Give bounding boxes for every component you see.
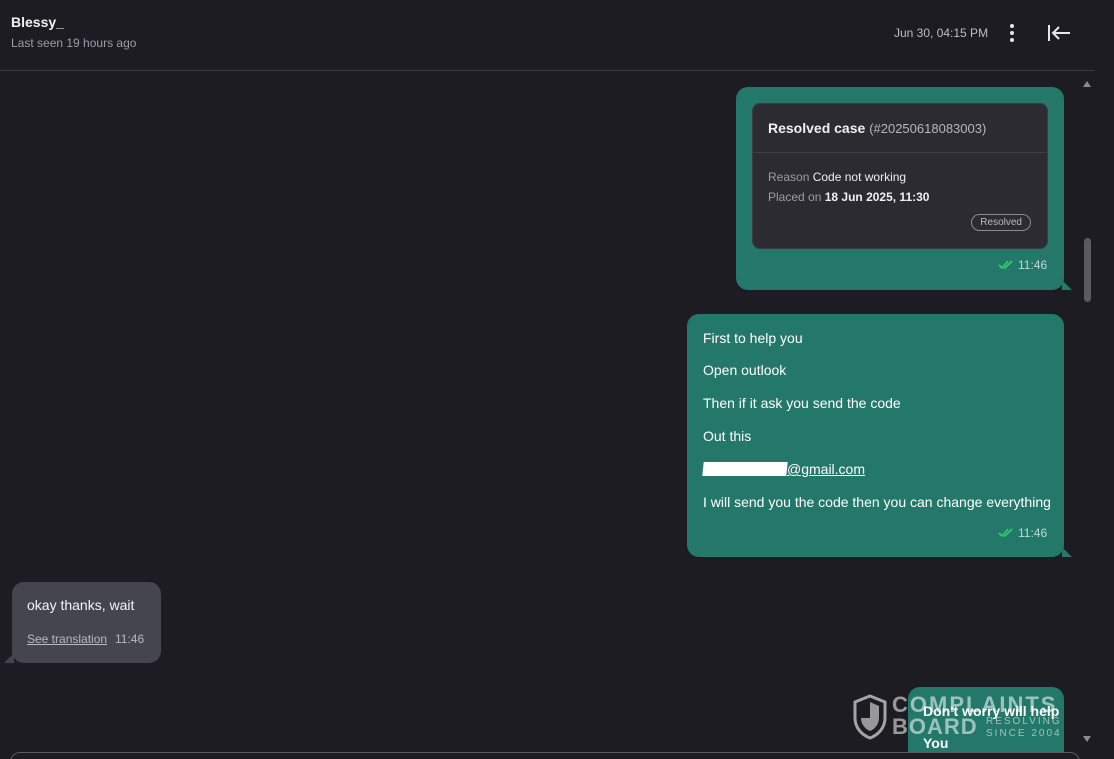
email-line: @gmail.com <box>702 461 865 477</box>
scrollbar[interactable] <box>1080 72 1094 759</box>
case-number: (#20250618083003) <box>869 121 987 136</box>
scrollbar-thumb[interactable] <box>1084 238 1091 302</box>
more-vertical-icon[interactable] <box>1002 22 1022 44</box>
bubble-tail <box>1062 280 1072 290</box>
message-line: Then if it ask you send the code <box>703 395 901 411</box>
case-placed-row: Placed on 18 Jun 2025, 11:30 <box>768 190 929 204</box>
shield-logo-icon <box>853 694 887 740</box>
message-time: 11:46 <box>115 632 145 646</box>
last-seen-status: Last seen 19 hours ago <box>11 36 137 50</box>
case-divider <box>753 152 1047 153</box>
email-link[interactable]: @gmail.com <box>787 461 865 477</box>
case-reason-row: Reason Code not working <box>768 170 906 184</box>
collapse-left-icon[interactable] <box>1044 20 1074 46</box>
reason-label: Reason <box>768 170 810 184</box>
case-title-row: Resolved case (#20250618083003) <box>768 120 986 136</box>
watermark-line2: BOARD <box>892 714 978 739</box>
reason-value: Code not working <box>812 170 907 184</box>
incoming-message-text: okay thanks, wait <box>27 597 135 613</box>
bubble-tail <box>1062 547 1072 557</box>
message-line: Out this <box>703 428 752 444</box>
watermark-sub1: RESOLVING <box>986 716 1062 727</box>
chat-header: Blessy_ Last seen 19 hours ago Jun 30, 0… <box>0 0 1094 71</box>
double-check-icon <box>998 260 1013 270</box>
see-translation-link[interactable]: See translation <box>27 632 107 646</box>
message-time: 11:46 <box>1018 526 1048 540</box>
header-date: Jun 30, 04:15 PM <box>894 26 989 40</box>
placed-value: 18 Jun 2025, 11:30 <box>824 190 930 204</box>
right-gutter <box>1094 0 1114 759</box>
case-message-bubble: Resolved case (#20250618083003) Reason C… <box>736 87 1072 290</box>
redaction-mark <box>702 462 788 476</box>
message-composer[interactable] <box>10 752 1080 759</box>
scroll-up-arrow-icon[interactable] <box>1083 81 1091 87</box>
message-line: Open outlook <box>703 362 787 378</box>
case-title: Resolved case <box>768 120 866 136</box>
watermark-logo: COMPLAINTS BOARD RESOLVING SINCE 2004 <box>852 690 1066 746</box>
message-line: First to help you <box>703 330 803 346</box>
message-line: I will send you the code then you can ch… <box>703 494 1051 510</box>
status-badge: Resolved <box>971 214 1031 231</box>
resolved-case-card[interactable]: Resolved case (#20250618083003) Reason C… <box>752 103 1048 249</box>
contact-name[interactable]: Blessy_ <box>11 14 64 30</box>
incoming-message-bubble: okay thanks, wait See translation 11:46 <box>4 582 161 663</box>
scroll-down-arrow-icon[interactable] <box>1083 736 1091 742</box>
watermark-sub2: SINCE 2004 <box>986 728 1062 739</box>
bubble-tail <box>4 653 14 663</box>
double-check-icon <box>998 528 1013 538</box>
outgoing-message-bubble: First to help you Open outlook Then if i… <box>687 314 1072 557</box>
message-time: 11:46 <box>1018 258 1048 272</box>
placed-label: Placed on <box>768 190 822 204</box>
